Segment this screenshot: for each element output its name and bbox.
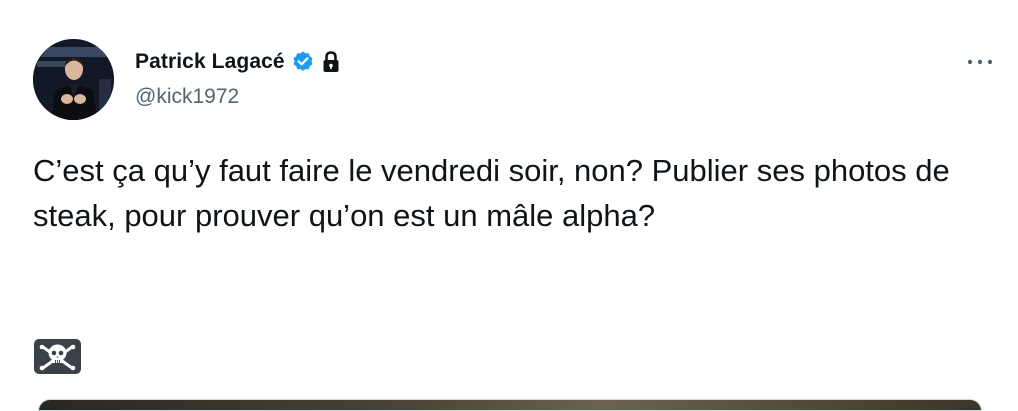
tweet-text: C’est ça qu’y faut faire le vendredi soi… — [33, 153, 950, 233]
lock-icon — [321, 50, 341, 74]
avatar[interactable] — [33, 39, 114, 120]
verified-badge-icon — [291, 50, 315, 74]
author-handle[interactable]: @kick1972 — [135, 85, 239, 109]
media-preview[interactable] — [38, 399, 982, 411]
author-display-name[interactable]: Patrick Lagacé — [135, 50, 285, 74]
more-options-icon[interactable] — [960, 50, 1000, 74]
tweet-card: Patrick Lagacé @kick1972 C’est ça qu’y f… — [0, 0, 1018, 411]
avatar-photo — [33, 39, 114, 120]
author-name-row: Patrick Lagacé — [135, 47, 341, 77]
skull-and-crossbones-icon — [34, 339, 81, 374]
